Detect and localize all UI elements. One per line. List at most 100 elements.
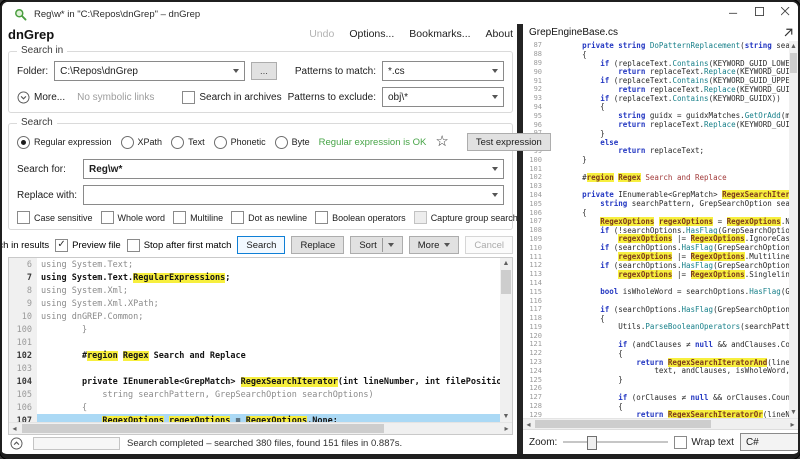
search-for-combobox[interactable]: Reg\w*: [83, 159, 504, 179]
menu-about[interactable]: About: [486, 28, 513, 40]
code-line: 7using System.Text.RegularExpressions;: [9, 271, 500, 284]
code-line: 106 {: [9, 401, 500, 414]
patterns-match-combobox[interactable]: *.cs: [382, 61, 504, 81]
app-title: dnGrep: [8, 27, 54, 42]
slider-thumb[interactable]: [587, 436, 597, 450]
search-in-results-checkbox[interactable]: Search in results: [0, 239, 49, 252]
code-line: 103: [523, 182, 789, 191]
browse-folder-button[interactable]: ...: [251, 62, 277, 80]
code-line: 100 }: [523, 155, 789, 164]
chevron-down-icon: [492, 193, 498, 197]
code-line: 90 return replaceText.Replace(KEYWORD_GU…: [523, 67, 789, 76]
code-line: 114: [523, 279, 789, 288]
scroll-up-arrow[interactable]: ▲: [789, 41, 798, 52]
menu-undo[interactable]: Undo: [309, 28, 334, 40]
scrollbar-thumb[interactable]: [22, 424, 384, 433]
code-line: 106 {: [523, 208, 789, 217]
scroll-down-arrow[interactable]: ▼: [500, 411, 512, 422]
boolean-operators-checkbox[interactable]: Boolean operators: [315, 211, 406, 224]
radio-label: Byte: [292, 137, 310, 147]
circle-chevron-up-icon[interactable]: [10, 437, 23, 450]
scroll-up-arrow[interactable]: ▲: [500, 258, 512, 269]
search-button[interactable]: Search: [237, 236, 285, 254]
main-panel: dnGrep Undo Options... Bookmarks... Abou…: [2, 24, 517, 454]
case-sensitive-checkbox[interactable]: Case sensitive: [17, 211, 93, 224]
more-toggle[interactable]: More...: [17, 91, 65, 104]
scroll-left-arrow[interactable]: ◂: [523, 419, 534, 429]
maximize-button[interactable]: [754, 6, 764, 16]
code-line: 107 RegexOptions regexOptions = RegexOpt…: [9, 414, 500, 422]
code-line: 104 private IEnumerable<GrepMatch> Regex…: [523, 191, 789, 200]
wrap-text-checkbox[interactable]: Wrap text: [674, 436, 734, 449]
code-line: 124 text, andClauses, isWholeWord, se: [523, 366, 789, 375]
favorite-star-icon[interactable]: ☆: [435, 136, 448, 148]
capture-group-search-checkbox[interactable]: Capture group search: [414, 211, 518, 224]
more-dropdown-button[interactable]: More: [409, 236, 460, 254]
code-line: 104 private IEnumerable<GrepMatch> Regex…: [9, 375, 500, 388]
replace-with-combobox[interactable]: [83, 185, 504, 205]
search-in-archives-checkbox[interactable]: Search in archives: [182, 91, 281, 104]
stop-after-first-match-checkbox[interactable]: Stop after first match: [127, 239, 232, 252]
preview-file-checkbox[interactable]: Preview file: [55, 239, 121, 252]
scrollbar-thumb[interactable]: [535, 420, 711, 428]
radio-xpath[interactable]: XPath: [121, 136, 163, 149]
zoom-label: Zoom:: [529, 437, 557, 448]
patterns-exclude-combobox[interactable]: obj\*: [382, 87, 504, 107]
sort-label: Sort: [359, 240, 376, 251]
checkbox-box: [414, 211, 427, 224]
results-code[interactable]: 6using System.Text;7using System.Text.Re…: [9, 258, 500, 422]
results-vertical-scrollbar[interactable]: ▲ ▼: [500, 258, 512, 422]
test-expression-button[interactable]: Test expression: [467, 133, 551, 151]
scroll-right-arrow[interactable]: ▸: [787, 419, 798, 429]
app-magnifier-icon: [14, 8, 27, 21]
close-button[interactable]: [780, 6, 790, 16]
preview-code[interactable]: 87 private string DoPatternReplacement(s…: [523, 41, 789, 418]
wrap-text-label: Wrap text: [691, 437, 734, 448]
zoom-slider[interactable]: [563, 435, 668, 449]
menu-options[interactable]: Options...: [349, 28, 394, 40]
radio-text[interactable]: Text: [171, 136, 205, 149]
code-line: 119 Utils.ParseBooleanOperators(searchPa…: [523, 323, 789, 332]
code-line: 92 return replaceText.Replace(KEYWORD_GU…: [523, 85, 789, 94]
regex-status-message: Regular expression is OK: [319, 137, 427, 148]
radio-byte[interactable]: Byte: [275, 136, 310, 149]
syntax-combobox[interactable]: C#: [740, 433, 800, 451]
preview-bottom-bar: Zoom: Wrap text C#: [523, 429, 798, 454]
preview-horizontal-scrollbar[interactable]: ◂ ▸: [523, 418, 798, 429]
code-line: 105 string searchPattern, GrepSearchOpti…: [523, 199, 789, 208]
sort-split-button[interactable]: Sort: [350, 236, 402, 254]
search-for-value: Reg\w*: [89, 164, 492, 175]
checkbox-box: [17, 211, 30, 224]
radio-dot: [121, 136, 134, 149]
patterns-match-label: Patterns to match:: [283, 66, 376, 77]
results-horizontal-scrollbar[interactable]: ◂ ▸: [9, 422, 512, 434]
scrollbar-thumb[interactable]: [501, 270, 511, 294]
title-bar[interactable]: Reg\w* in "C:\Repos\dnGrep" – dnGrep: [2, 2, 798, 24]
radio-regular-expression[interactable]: Regular expression: [17, 136, 112, 149]
replace-button[interactable]: Replace: [291, 236, 344, 254]
chevron-down-icon: [233, 69, 239, 73]
scroll-left-arrow[interactable]: ◂: [9, 423, 20, 434]
open-external-button[interactable]: [783, 28, 793, 38]
code-line: 87 private string DoPatternReplacement(s…: [523, 41, 789, 50]
code-line: 120: [523, 331, 789, 340]
scroll-down-arrow[interactable]: ▼: [789, 407, 798, 418]
syntax-value: C#: [746, 437, 798, 448]
code-line: 121 if (andClauses ≠ null && andClauses.…: [523, 340, 789, 349]
top-menu: Undo Options... Bookmarks... About: [309, 28, 513, 40]
folder-combobox[interactable]: C:\Repos\dnGrep: [54, 61, 245, 81]
menu-bookmarks[interactable]: Bookmarks...: [409, 28, 470, 40]
radio-phonetic[interactable]: Phonetic: [214, 136, 266, 149]
minimize-button[interactable]: [728, 6, 738, 16]
patterns-exclude-value: obj\*: [388, 92, 492, 103]
code-line: 95 string guidx = guidxMatches.GetOrAdd(…: [523, 111, 789, 120]
whole-word-checkbox[interactable]: Whole word: [101, 211, 166, 224]
slider-track: [563, 441, 668, 443]
scrollbar-thumb[interactable]: [790, 53, 797, 73]
preview-vertical-scrollbar[interactable]: ▲ ▼: [789, 41, 798, 418]
window-content: dnGrep Undo Options... Bookmarks... Abou…: [2, 24, 798, 454]
dot-as-newline-checkbox[interactable]: Dot as newline: [231, 211, 307, 224]
multiline-checkbox[interactable]: Multiline: [173, 211, 223, 224]
scroll-right-arrow[interactable]: ▸: [501, 423, 512, 434]
radio-dot: [17, 136, 30, 149]
